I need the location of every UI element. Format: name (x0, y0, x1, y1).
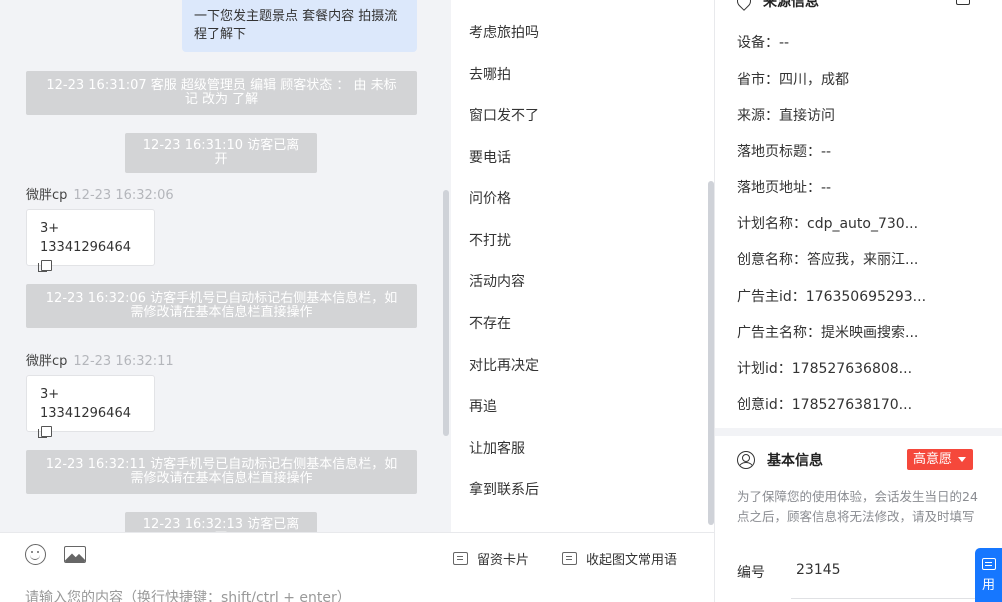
field-underline (791, 598, 976, 599)
intent-level-dropdown[interactable]: 高意愿 (907, 449, 973, 470)
quick-reply-item[interactable]: 让加客服 (469, 438, 525, 458)
info-field-creative-name: 创意名称：答应我，来丽江... (737, 252, 919, 268)
bag-icon[interactable] (956, 0, 970, 5)
sender-name: 微胖cp (26, 188, 68, 203)
basic-info-header: 基本信息 (737, 450, 823, 470)
source-info-header: 来源信息 (734, 0, 819, 11)
quick-reply-list: 考虑旅拍吗 去哪拍 窗口发不了 要电话 问价格 不打扰 活动内容 不存在 对比再… (451, 0, 714, 532)
leave-card-label: 留资卡片 (477, 553, 530, 568)
customer-info-panel: 来源信息 设备：-- 省市：四川，成都 来源：直接访问 落地页标题：-- 落地页… (714, 0, 1002, 602)
message-sender: 微胖cp 12-23 16:32:06 (26, 184, 174, 203)
info-field-source: 来源：直接访问 (737, 108, 835, 124)
info-field-advertiser-id: 广告主id：176350695293... (737, 289, 927, 305)
visitor-message-card: 3+ 13341296464 (26, 375, 155, 438)
basic-info-title: 基本信息 (767, 453, 823, 469)
quick-reply-item[interactable]: 不打扰 (469, 230, 511, 250)
card-icon (453, 552, 468, 565)
message-time: 12-23 16:32:11 (73, 354, 174, 369)
system-message: 12-23 16:32:13 访客已离开 (125, 512, 317, 532)
floating-button-label: 用 (981, 578, 995, 593)
chat-scrollbar[interactable] (443, 190, 449, 436)
info-field-plan-name: 计划名称：cdp_auto_730... (737, 216, 919, 232)
info-field-advertiser-name: 广告主名称：提米映画搜索... (737, 325, 919, 341)
quick-reply-item[interactable]: 拿到联系后 (469, 479, 539, 499)
message-text: 3+ (40, 221, 60, 236)
info-field-creative-id: 创意id：178527638170... (737, 397, 913, 413)
quick-reply-item[interactable]: 问价格 (469, 188, 511, 208)
user-icon (737, 451, 755, 469)
info-field-landing-url: 落地页地址：-- (737, 180, 832, 196)
quick-reply-item[interactable]: 活动内容 (469, 271, 525, 291)
location-pin-icon (734, 0, 754, 11)
section-divider (715, 428, 1002, 436)
phone-number: 13341296464 (40, 240, 131, 255)
info-field-landing-title: 落地页标题：-- (737, 144, 832, 160)
message-time: 12-23 16:32:06 (73, 188, 174, 203)
sender-name: 微胖cp (26, 354, 68, 369)
copy-icon[interactable] (38, 426, 52, 438)
quick-reply-item[interactable]: 不存在 (469, 313, 511, 333)
visitor-message-card: 3+ 13341296464 (26, 209, 155, 272)
quick-reply-item[interactable]: 去哪拍 (469, 64, 511, 84)
copy-icon[interactable] (38, 260, 52, 272)
quick-reply-item[interactable]: 再追 (469, 396, 497, 416)
info-field-plan-id: 计划id：178527636808... (737, 361, 913, 377)
phrases-icon (562, 552, 577, 565)
chat-workspace: 一下您发主题景点 套餐内容 拍摄流程了解下 12-23 16:31:07 客服 … (0, 0, 1002, 602)
agent-message-bubble: 一下您发主题景点 套餐内容 拍摄流程了解下 (182, 0, 417, 52)
info-field-device: 设备：-- (737, 35, 790, 51)
chat-history[interactable]: 一下您发主题景点 套餐内容 拍摄流程了解下 12-23 16:31:07 客服 … (0, 0, 451, 532)
id-value: 23145 (796, 562, 841, 578)
message-text: 3+ (40, 387, 60, 402)
system-message: 12-23 16:32:11 访客手机号已自动标记右侧基本信息栏，如需修改请在基… (26, 450, 417, 494)
quick-reply-item[interactable]: 要电话 (469, 147, 511, 167)
image-icon[interactable] (64, 546, 86, 563)
caret-down-icon (958, 457, 966, 462)
emoji-icon[interactable] (25, 544, 46, 565)
phone-number: 13341296464 (40, 406, 131, 421)
chat-icon (981, 558, 996, 570)
message-input[interactable]: 请输入您的内容（换行快捷键：shift/ctrl + enter） (25, 587, 351, 602)
source-info-title: 来源信息 (763, 0, 819, 10)
info-field-city: 省市：四川，成都 (737, 72, 849, 88)
system-message: 12-23 16:32:06 访客手机号已自动标记右侧基本信息栏，如需修改请在基… (26, 284, 417, 328)
message-sender: 微胖cp 12-23 16:32:11 (26, 350, 174, 369)
collapse-phrases-button[interactable]: 收起图文常用语 (562, 549, 677, 568)
collapse-phrases-label: 收起图文常用语 (586, 553, 678, 568)
quick-reply-item[interactable]: 考虑旅拍吗 (469, 22, 539, 42)
quick-reply-item[interactable]: 窗口发不了 (469, 105, 539, 125)
quick-reply-item[interactable]: 对比再决定 (469, 355, 539, 375)
floating-chat-button[interactable]: 用 (975, 548, 1002, 602)
id-label: 编号 (737, 565, 765, 581)
message-composer: 留资卡片 收起图文常用语 请输入您的内容（换行快捷键：shift/ctrl + … (0, 532, 714, 602)
system-message: 12-23 16:31:07 客服 超级管理员 编辑 顾客状态 ： 由 未标记 … (26, 71, 417, 115)
system-message: 12-23 16:31:10 访客已离开 (125, 133, 317, 173)
edit-notice: 为了保障您的使用体验，会话发生当日的24点之后，顾客信息将无法修改，请及时填写 (737, 489, 978, 524)
leave-card-button[interactable]: 留资卡片 (453, 549, 529, 568)
intent-level-label: 高意愿 (913, 452, 953, 467)
